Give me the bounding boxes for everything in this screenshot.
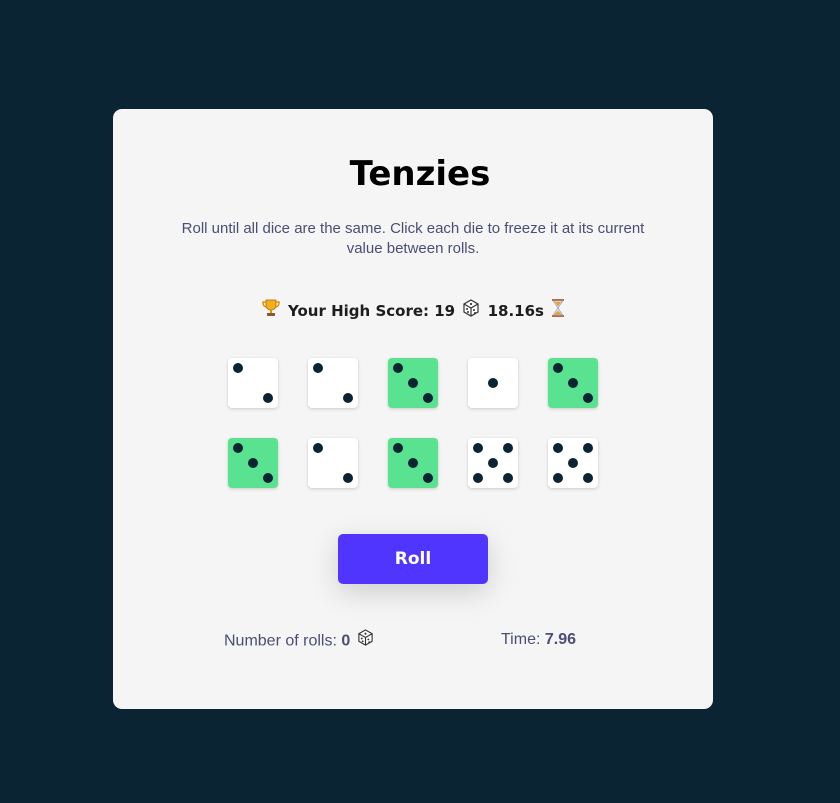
die-pip bbox=[313, 363, 323, 373]
die-pip bbox=[568, 378, 578, 388]
die-pip bbox=[473, 443, 483, 453]
die-pip bbox=[553, 473, 563, 483]
die-pip bbox=[263, 393, 273, 403]
page-title: Tenzies bbox=[349, 154, 491, 194]
die-pip bbox=[503, 473, 513, 483]
rolls-counter: Number of rolls: 0 bbox=[224, 629, 376, 654]
die-10[interactable] bbox=[548, 438, 598, 488]
die-pip bbox=[233, 443, 243, 453]
die-pip bbox=[248, 458, 258, 468]
die-pip bbox=[393, 443, 403, 453]
die-pip bbox=[553, 363, 563, 373]
rolls-label: Number of rolls: bbox=[224, 632, 337, 650]
dice-icon bbox=[462, 299, 480, 324]
rolls-value: 0 bbox=[341, 632, 351, 650]
high-score: Your High Score: 19 18.16s bbox=[0, 298, 826, 325]
die-pip bbox=[473, 473, 483, 483]
die-pip bbox=[233, 363, 243, 373]
time-value: 7.96 bbox=[544, 631, 576, 648]
die-pip bbox=[583, 393, 593, 403]
die-2[interactable] bbox=[308, 358, 358, 408]
instructions-text: Roll until all dice are the same. Click … bbox=[181, 220, 645, 257]
die-5[interactable] bbox=[548, 358, 598, 408]
dice-icon bbox=[357, 629, 374, 654]
high-score-rolls: 19 bbox=[434, 302, 456, 320]
roll-button[interactable]: Roll bbox=[338, 534, 488, 584]
die-pip bbox=[393, 363, 403, 373]
die-pip bbox=[263, 473, 273, 483]
die-pip bbox=[408, 378, 418, 388]
die-6[interactable] bbox=[228, 438, 278, 488]
die-pip bbox=[488, 458, 498, 468]
trophy-icon bbox=[261, 298, 281, 325]
die-pip bbox=[343, 473, 353, 483]
die-pip bbox=[343, 393, 353, 403]
time-label: Time: bbox=[501, 631, 541, 648]
die-7[interactable] bbox=[308, 438, 358, 488]
die-pip bbox=[583, 443, 593, 453]
die-8[interactable] bbox=[388, 438, 438, 488]
die-pip bbox=[488, 378, 498, 388]
die-pip bbox=[408, 458, 418, 468]
game-card bbox=[113, 109, 713, 709]
die-pip bbox=[553, 443, 563, 453]
die-3[interactable] bbox=[388, 358, 438, 408]
high-score-time: 18.16s bbox=[487, 302, 544, 320]
die-pip bbox=[583, 473, 593, 483]
die-9[interactable] bbox=[468, 438, 518, 488]
hourglass-icon bbox=[551, 298, 565, 325]
die-pip bbox=[423, 473, 433, 483]
die-pip bbox=[503, 443, 513, 453]
die-pip bbox=[423, 393, 433, 403]
die-1[interactable] bbox=[228, 358, 278, 408]
timer: Time: 7.96 bbox=[501, 628, 576, 652]
high-score-label: Your High Score: bbox=[288, 302, 430, 320]
die-4[interactable] bbox=[468, 358, 518, 408]
die-pip bbox=[568, 458, 578, 468]
die-pip bbox=[313, 443, 323, 453]
